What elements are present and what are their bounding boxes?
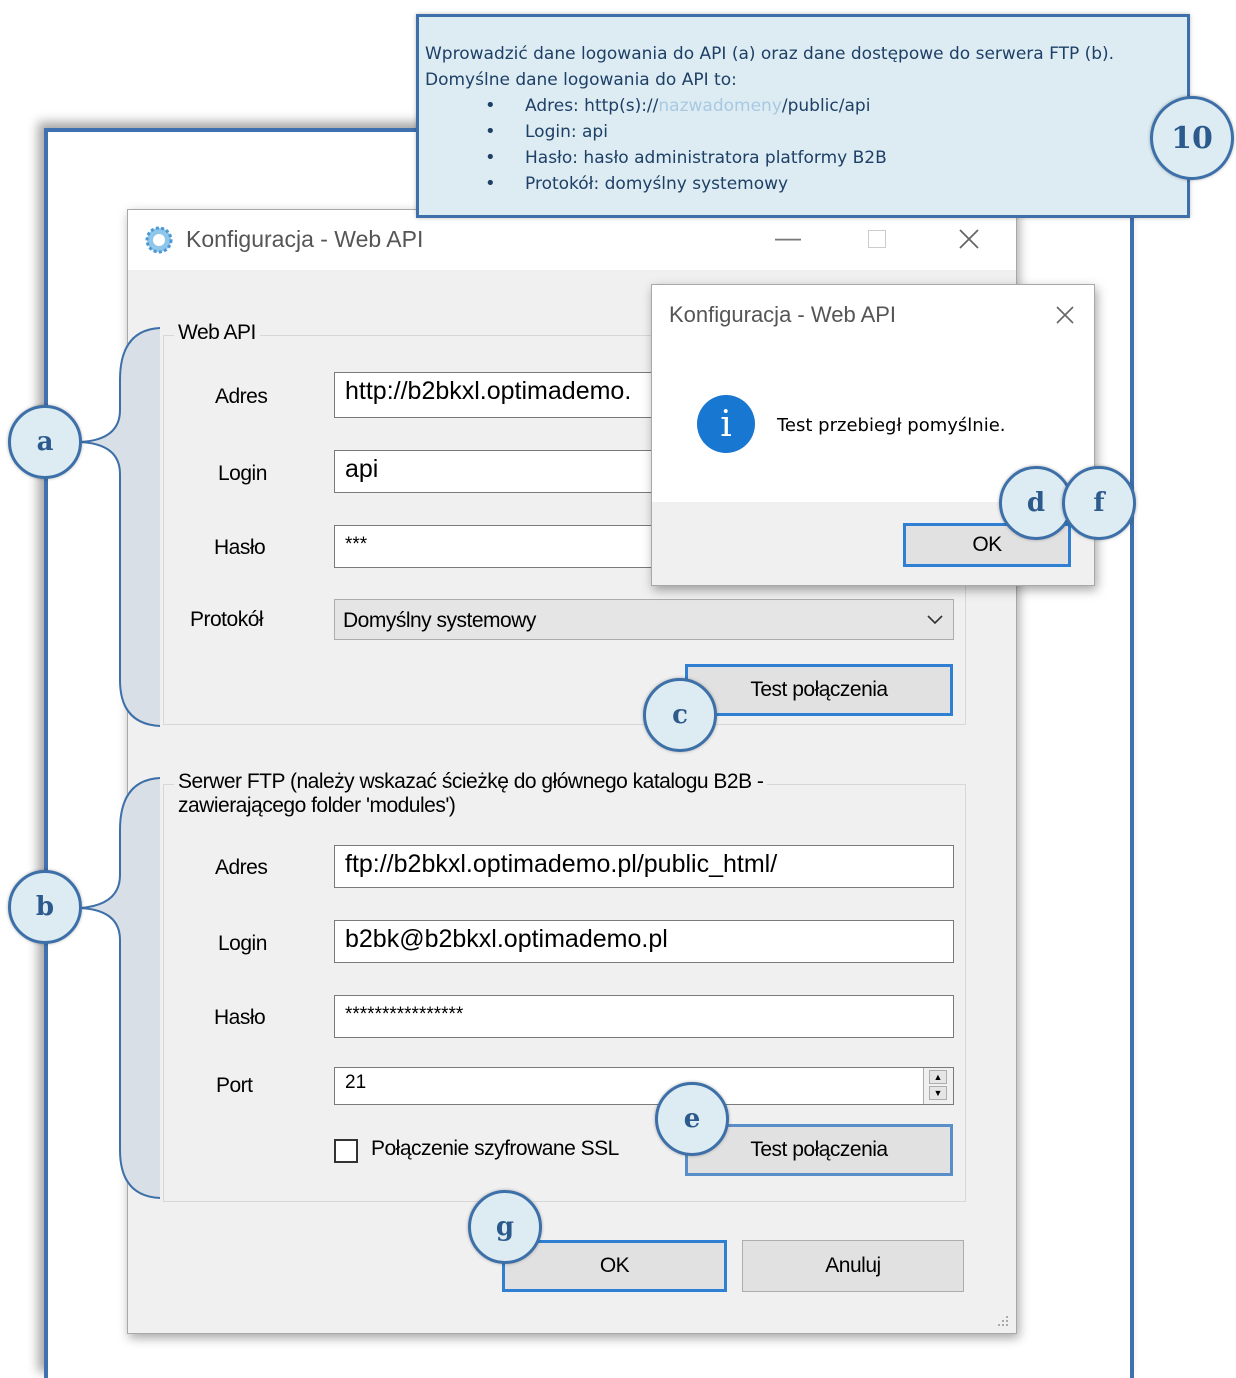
section-brackets xyxy=(79,327,161,1199)
cancel-button[interactable]: Anuluj xyxy=(742,1240,964,1292)
api-test-connection-button[interactable]: Test połączenia xyxy=(685,664,953,716)
note-bullet-login: Login: api xyxy=(485,119,1187,145)
marker-g: g xyxy=(468,1190,542,1264)
api-login-label: Login xyxy=(218,462,267,485)
ftp-adres-input[interactable]: ftp://b2bkxl.optimademo.pl/public_html/ xyxy=(334,845,954,888)
chevron-down-icon xyxy=(927,615,943,625)
message-box-title: Konfiguracja - Web API xyxy=(669,302,897,327)
note-bullet-protokol: Protokół: domyślny systemowy xyxy=(485,171,1187,197)
marker-a: a xyxy=(8,405,82,479)
ftp-haslo-label: Hasło xyxy=(214,1006,266,1029)
message-close-icon[interactable] xyxy=(1055,305,1075,325)
spin-down-icon[interactable]: ▼ xyxy=(929,1086,947,1100)
port-spinner[interactable]: ▲ ▼ xyxy=(923,1068,953,1104)
ftp-login-label: Login xyxy=(218,932,267,955)
minimize-icon[interactable]: — xyxy=(775,222,801,253)
adres-domain: nazwadomeny xyxy=(658,96,782,116)
ftp-group-label-line2: zawierającego folder 'modules') xyxy=(178,794,456,817)
ssl-checkbox-label: Połączenie szyfrowane SSL xyxy=(371,1137,619,1160)
message-text: Test przebiegł pomyślnie. xyxy=(777,415,1006,436)
bracket-a xyxy=(79,327,161,727)
note-intro-line1: Wprowadzić dane logowania do API (a) ora… xyxy=(425,44,1115,64)
instruction-note: Wprowadzić dane logowania do API (a) ora… xyxy=(416,14,1190,218)
note-intro-line2: Domyślne dane logowania do API to: xyxy=(425,70,737,90)
close-icon[interactable] xyxy=(958,228,980,250)
web-api-group-label: Web API xyxy=(174,321,260,345)
protokol-selected-value: Domyślny systemowy xyxy=(343,609,536,632)
message-box: Konfiguracja - Web API i Test przebiegł … xyxy=(651,284,1095,586)
ftp-port-value: 21 xyxy=(345,1072,367,1093)
resize-grip-icon[interactable] xyxy=(994,1312,1010,1328)
api-adres-label: Adres xyxy=(215,385,268,408)
app-gear-icon xyxy=(145,226,173,254)
ftp-login-input[interactable]: b2bk@b2bkxl.optimademo.pl xyxy=(334,920,954,963)
ok-button[interactable]: OK xyxy=(502,1240,727,1292)
ssl-checkbox[interactable] xyxy=(334,1139,358,1163)
spin-up-icon[interactable]: ▲ xyxy=(929,1070,947,1084)
ftp-port-input[interactable]: 21 ▲ ▼ xyxy=(334,1067,954,1105)
api-protokol-label: Protokół xyxy=(190,608,264,631)
dialog-titlebar: Konfiguracja - Web API — xyxy=(128,210,1016,270)
api-haslo-label: Hasło xyxy=(214,536,266,559)
protokol-select[interactable]: Domyślny systemowy xyxy=(334,599,954,640)
ftp-password-input[interactable]: **************** xyxy=(334,995,954,1038)
ftp-group-label-line1: Serwer FTP (należy wskazać ścieżkę do gł… xyxy=(178,770,764,793)
marker-c: c xyxy=(643,678,717,752)
note-bullet-adres: Adres: http(s)://nazwadomeny/public/api xyxy=(485,93,1187,119)
note-bullet-haslo: Hasło: hasło administratora platformy B2… xyxy=(485,145,1187,171)
bracket-b xyxy=(79,777,161,1199)
marker-e: e xyxy=(655,1082,729,1156)
marker-b: b xyxy=(8,870,82,944)
marker-f: f xyxy=(1062,466,1136,540)
note-bullet-list: Adres: http(s)://nazwadomeny/public/api … xyxy=(425,93,1187,197)
dialog-title: Konfiguracja - Web API xyxy=(186,226,424,252)
info-icon: i xyxy=(697,395,755,453)
ftp-port-label: Port xyxy=(216,1074,253,1097)
ftp-adres-label: Adres xyxy=(215,856,268,879)
adres-prefix: Adres: http(s):// xyxy=(525,96,659,116)
maximize-icon[interactable] xyxy=(868,230,886,248)
ftp-group-label: Serwer FTP (należy wskazać ścieżkę do gł… xyxy=(174,770,768,818)
adres-suffix: /public/api xyxy=(781,96,871,116)
step-number-badge: 10 xyxy=(1150,96,1234,180)
